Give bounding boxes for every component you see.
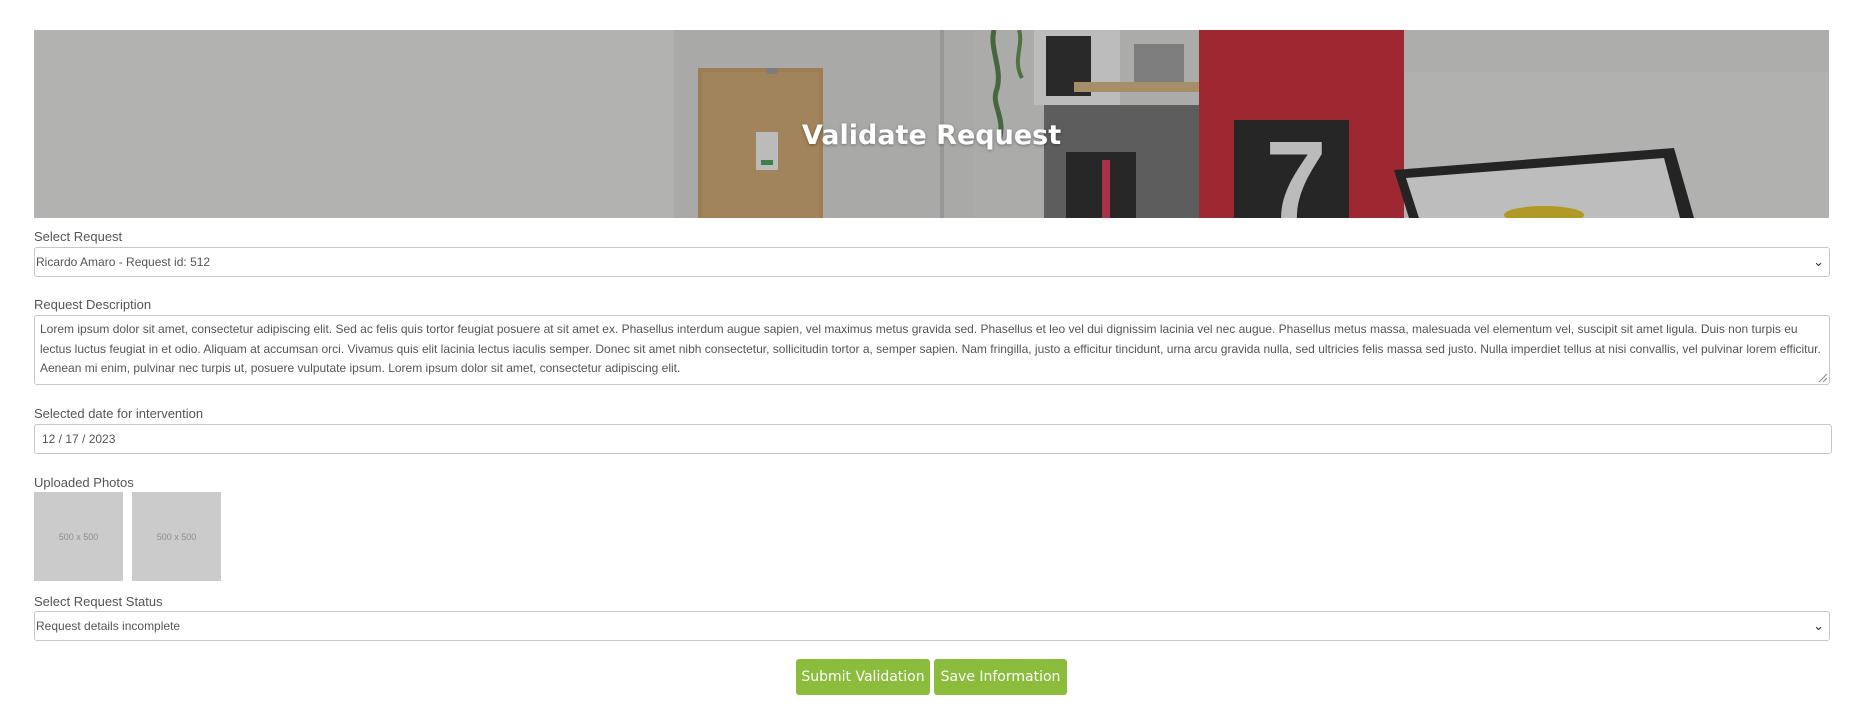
page-title: Validate Request [801,120,1062,151]
photo-placeholder-text: 500 x 500 [58,531,99,542]
chevron-down-icon: ⌄ [1813,254,1824,269]
request-description-textarea[interactable]: Lorem ipsum dolor sit amet, consectetur … [34,315,1830,385]
photo-thumbnail[interactable]: 500 x 500 [34,492,123,581]
intervention-date-label: Selected date for intervention [34,406,204,421]
select-request-value: Ricardo Amaro - Request id: 512 [36,255,211,269]
resize-grip-icon[interactable] [1818,373,1828,383]
intervention-date-input[interactable]: 12 / 17 / 2023 [34,424,1832,454]
request-description-text: Lorem ipsum dolor sit amet, consectetur … [40,322,1821,375]
select-status-label: Select Request Status [34,594,163,609]
request-description-label: Request Description [34,297,152,312]
select-request-dropdown[interactable]: Ricardo Amaro - Request id: 512 ⌄ [34,247,1830,277]
save-information-button[interactable]: Save Information [934,659,1067,695]
hero-banner: 7 Validate Request [34,30,1829,218]
photo-placeholder-text: 500 x 500 [156,531,197,542]
uploaded-photos-label: Uploaded Photos [34,475,134,490]
select-status-value: Request details incomplete [36,619,181,633]
intervention-date-value: 12 / 17 / 2023 [42,432,116,446]
chevron-down-icon: ⌄ [1813,618,1824,633]
select-request-label: Select Request [34,229,123,244]
submit-validation-button[interactable]: Submit Validation [796,659,930,695]
select-status-dropdown[interactable]: Request details incomplete ⌄ [34,611,1830,641]
photo-thumbnail[interactable]: 500 x 500 [132,492,221,581]
